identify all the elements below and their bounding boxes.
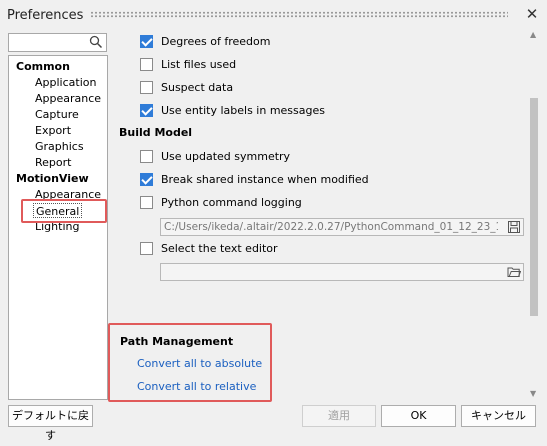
use-entity-labels-label: Use entity labels in messages — [161, 104, 325, 117]
list-files-used-label: List files used — [161, 58, 237, 71]
path-management-heading: Path Management — [120, 335, 234, 348]
tree-item-appearance[interactable]: Appearance — [35, 91, 101, 106]
break-shared-instance-checkbox[interactable] — [140, 172, 153, 186]
use-entity-labels-option[interactable]: Use entity labels in messages — [140, 103, 325, 119]
suspect-data-checkbox[interactable] — [140, 80, 153, 94]
list-files-used-checkbox[interactable] — [140, 57, 153, 71]
tree-item-graphics[interactable]: Graphics — [35, 139, 84, 154]
select-text-editor-checkbox[interactable] — [140, 241, 153, 255]
window-title: Preferences — [7, 8, 84, 23]
scroll-up-icon[interactable]: ▲ — [530, 30, 536, 39]
search-input[interactable] — [9, 34, 87, 51]
tree-item-export[interactable]: Export — [35, 123, 71, 138]
use-updated-symmetry-option[interactable]: Use updated symmetry — [140, 149, 290, 165]
scroll-down-icon[interactable]: ▼ — [530, 389, 536, 398]
search-icon[interactable] — [89, 35, 103, 49]
convert-all-to-absolute-link[interactable]: Convert all to absolute — [137, 357, 262, 370]
use-updated-symmetry-label: Use updated symmetry — [161, 150, 291, 163]
category-tree[interactable]: Common Application Appearance Capture Ex… — [8, 55, 108, 400]
text-editor-path-input[interactable] — [161, 264, 501, 280]
use-entity-labels-checkbox[interactable] — [140, 103, 153, 117]
tree-item-report[interactable]: Report — [35, 155, 71, 170]
select-text-editor-option[interactable]: Select the text editor — [140, 241, 278, 257]
suspect-data-option[interactable]: Suspect data — [140, 80, 233, 96]
apply-button[interactable]: 適用 — [302, 405, 376, 427]
tree-item-capture[interactable]: Capture — [35, 107, 79, 122]
build-model-heading: Build Model — [119, 126, 193, 139]
drag-grip[interactable] — [90, 11, 508, 18]
use-updated-symmetry-checkbox[interactable] — [140, 149, 153, 163]
reset-defaults-button[interactable]: デフォルトに戻す — [8, 405, 93, 442]
title-bar[interactable]: Preferences ✕ — [0, 0, 547, 30]
python-command-logging-checkbox[interactable] — [140, 195, 153, 209]
python-command-logging-label: Python command logging — [161, 196, 302, 209]
cancel-button[interactable]: キャンセル — [461, 405, 536, 427]
search-box[interactable] — [8, 33, 107, 52]
tree-item-lighting[interactable]: Lighting — [35, 219, 79, 234]
folder-open-icon[interactable] — [507, 265, 521, 279]
close-button[interactable]: ✕ — [523, 5, 541, 23]
tree-group-common[interactable]: Common — [16, 59, 70, 74]
list-files-used-option[interactable]: List files used — [140, 57, 236, 73]
convert-all-to-relative-link[interactable]: Convert all to relative — [137, 380, 256, 393]
python-command-logging-option[interactable]: Python command logging — [140, 195, 302, 211]
degrees-of-freedom-label: Degrees of freedom — [161, 35, 271, 48]
break-shared-instance-option[interactable]: Break shared instance when modified — [140, 172, 369, 188]
scroll-thumb[interactable] — [530, 98, 538, 316]
save-icon[interactable] — [507, 220, 521, 234]
tree-item-application[interactable]: Application — [35, 75, 96, 90]
python-log-path-input[interactable] — [161, 219, 501, 235]
degrees-of-freedom-option[interactable]: Degrees of freedom — [140, 34, 270, 50]
close-icon: ✕ — [525, 5, 539, 23]
tree-group-motionview[interactable]: MotionView — [16, 171, 89, 186]
break-shared-instance-label: Break shared instance when modified — [161, 173, 369, 186]
degrees-of-freedom-checkbox[interactable] — [140, 34, 153, 48]
python-log-path-field[interactable] — [160, 218, 524, 236]
select-text-editor-label: Select the text editor — [161, 242, 278, 255]
suspect-data-label: Suspect data — [161, 81, 234, 94]
tree-item-general[interactable]: General — [33, 203, 83, 218]
tree-item-mv-appearance[interactable]: Appearance — [35, 187, 101, 202]
vertical-scrollbar[interactable]: ▲ ▼ — [528, 28, 540, 400]
ok-button[interactable]: OK — [381, 405, 456, 427]
text-editor-path-field[interactable] — [160, 263, 524, 281]
